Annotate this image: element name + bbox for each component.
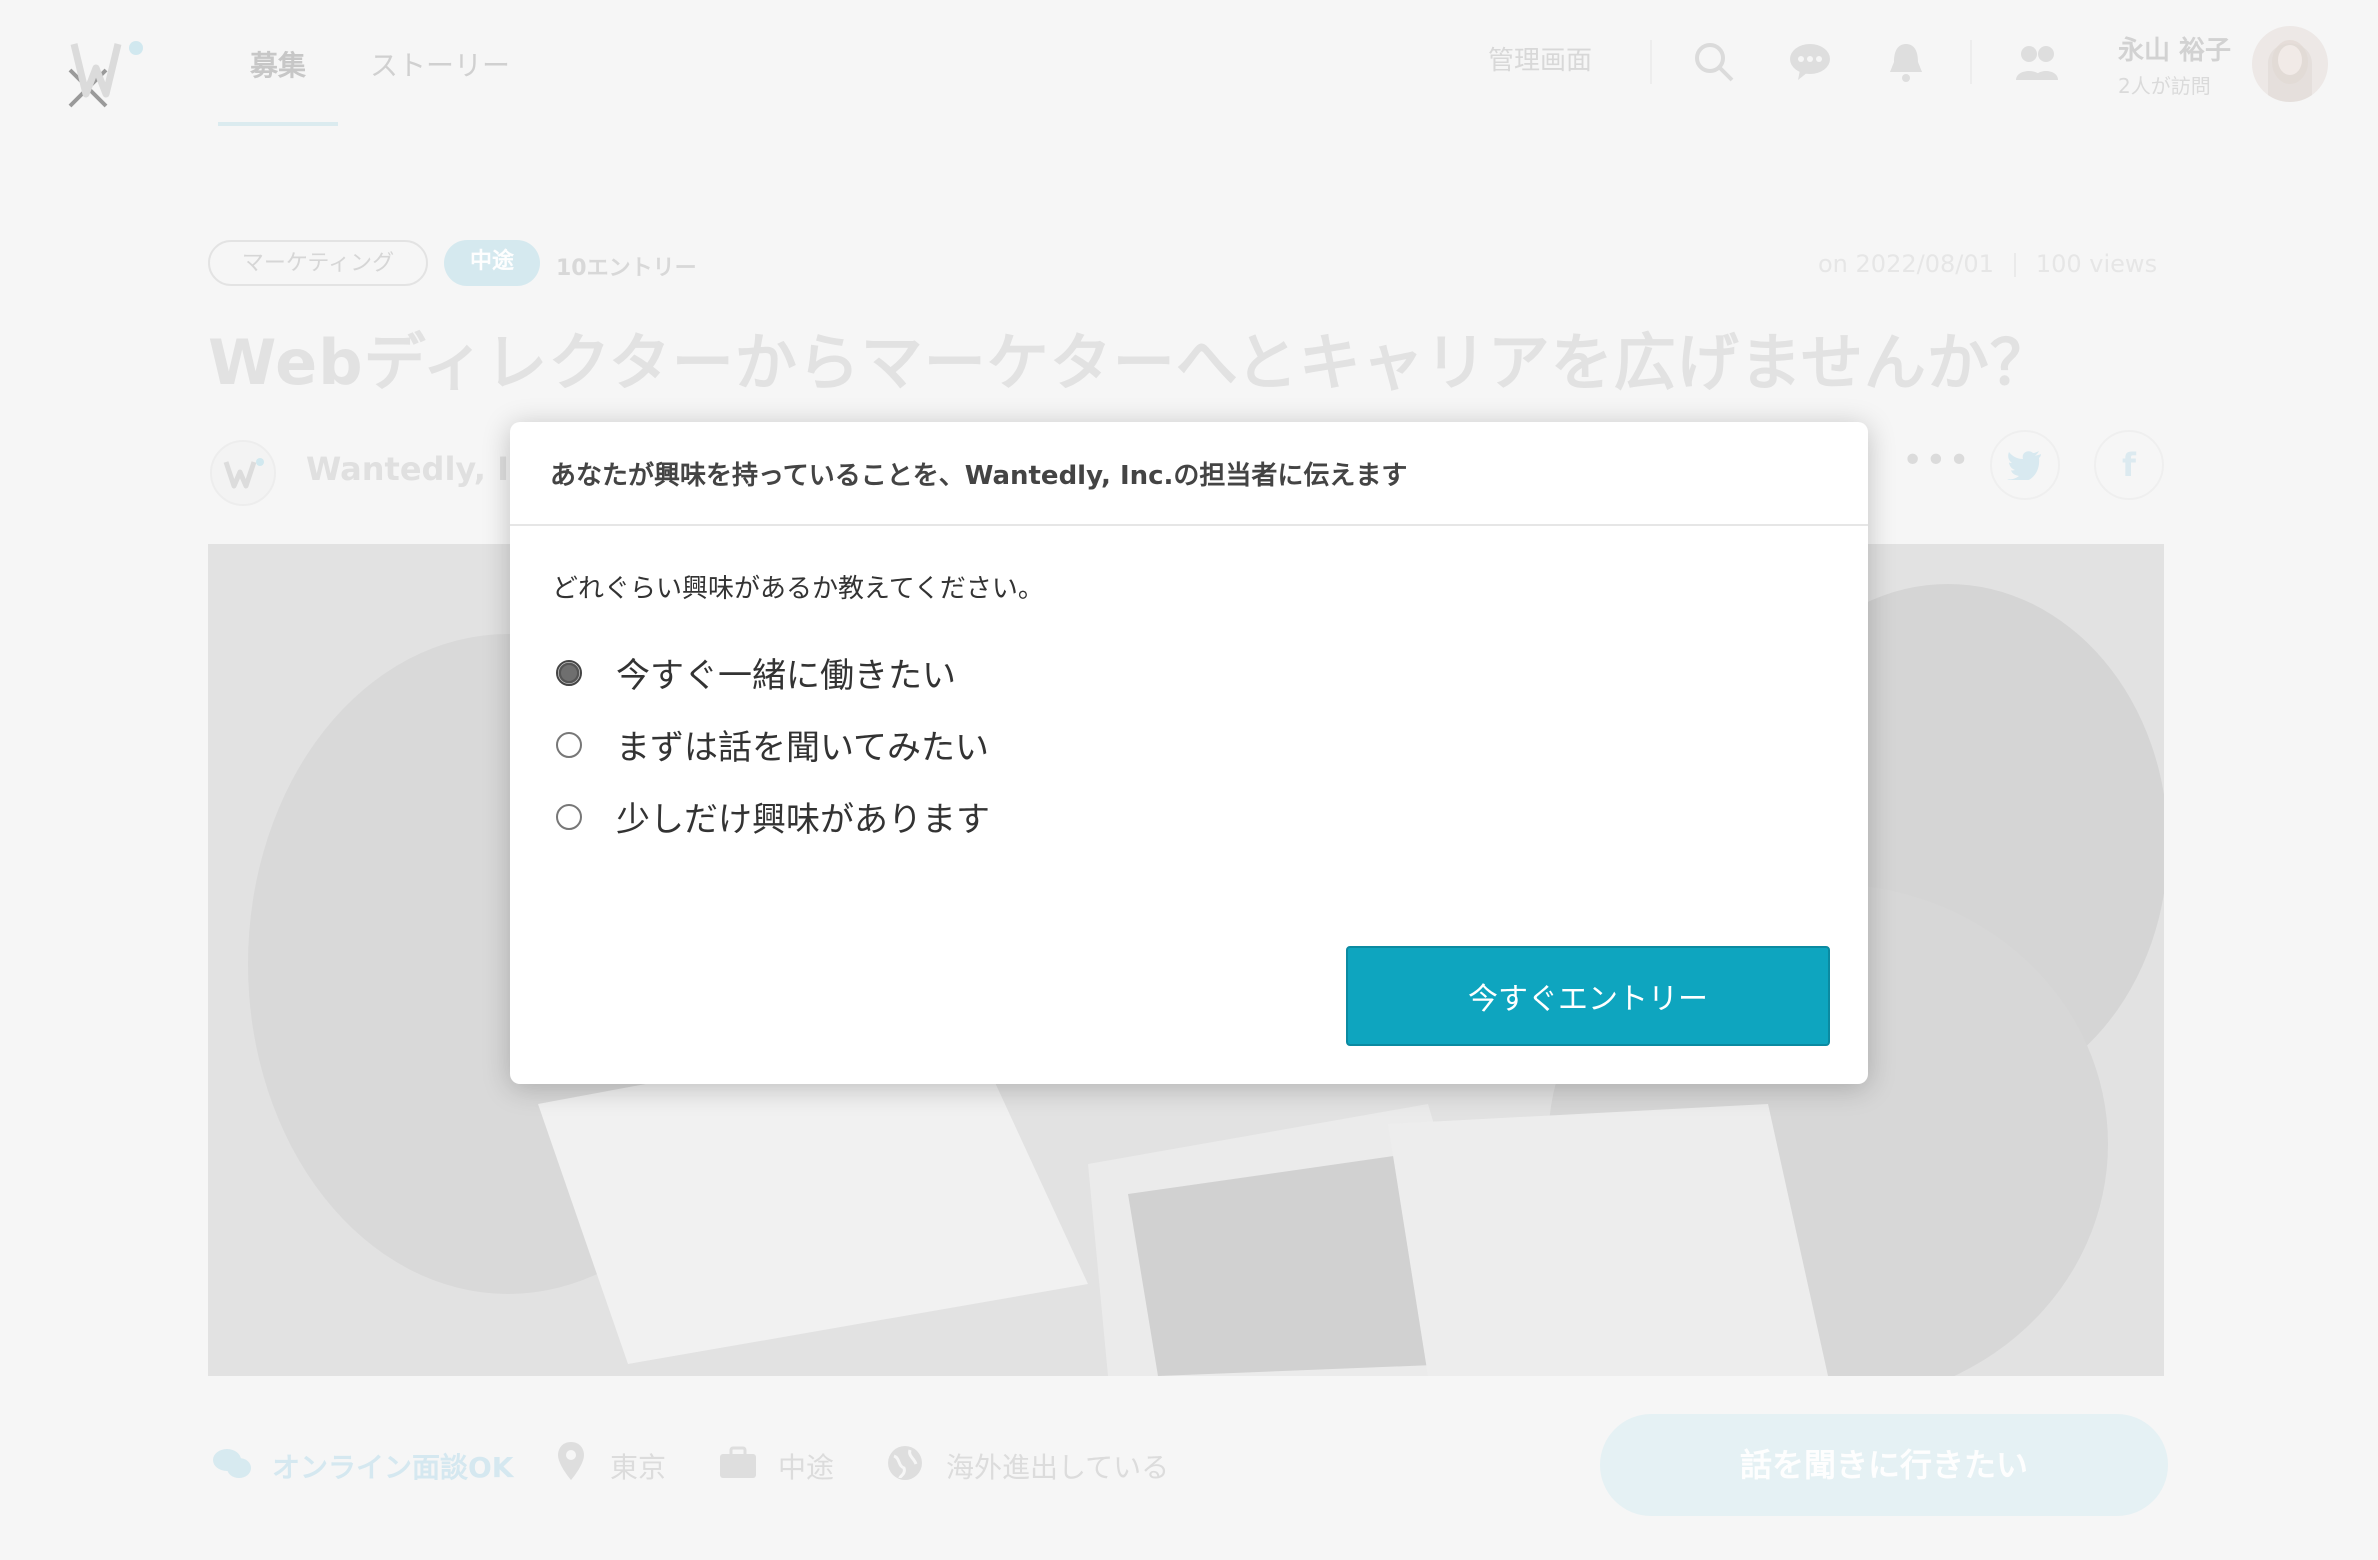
radio-slightly-interested[interactable] xyxy=(556,803,582,830)
entry-now-button[interactable]: 今すぐエントリー xyxy=(1346,946,1830,1046)
option-label: まずは話を聞いてみたい xyxy=(616,728,989,768)
option-slightly-interested[interactable]: 少しだけ興味があります xyxy=(556,792,990,841)
option-label: 少しだけ興味があります xyxy=(616,800,990,840)
modal-prompt: どれぐらい興味があるか教えてください。 xyxy=(552,574,1044,604)
interest-modal: あなたが興味を持っていることを、Wantedly, Inc.の担当者に伝えます … xyxy=(510,422,1868,1084)
option-label: 今すぐ一緒に働きたい xyxy=(616,656,956,696)
option-hear-first[interactable]: まずは話を聞いてみたい xyxy=(556,720,989,769)
radio-hear-first[interactable] xyxy=(556,731,582,758)
option-work-now[interactable]: 今すぐ一緒に働きたい xyxy=(556,648,956,697)
radio-work-now[interactable] xyxy=(556,659,582,686)
modal-header: あなたが興味を持っていることを、Wantedly, Inc.の担当者に伝えます xyxy=(510,422,1868,526)
